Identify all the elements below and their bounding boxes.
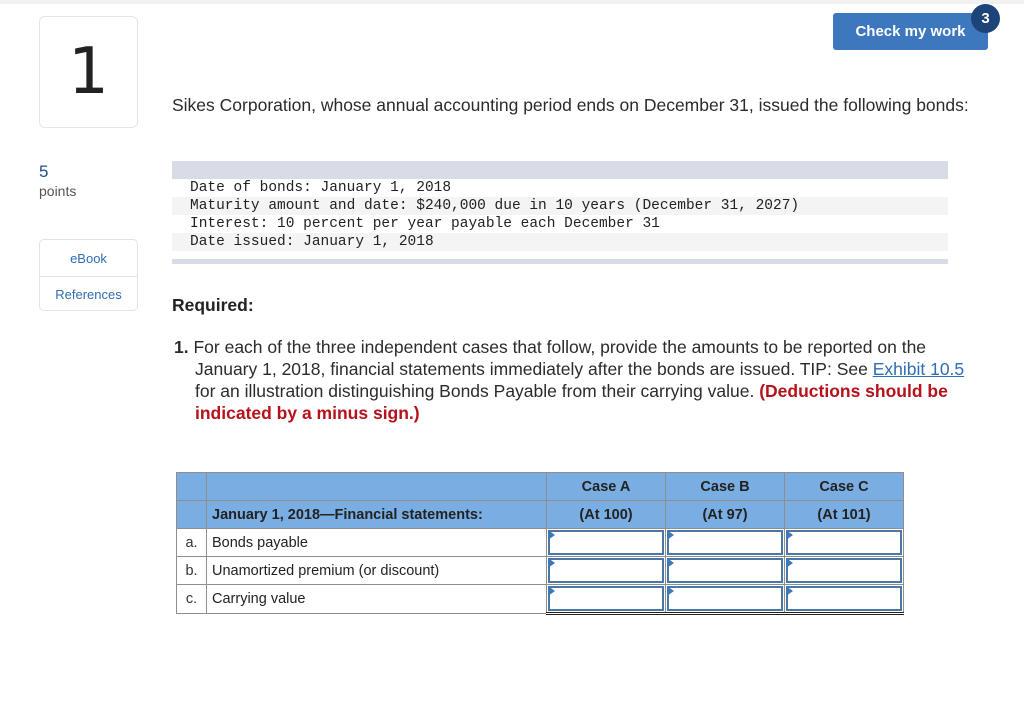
points-info: 5 points <box>39 162 76 200</box>
cell-case-a <box>546 556 666 585</box>
column-subheader-case-b: (At 97) <box>665 500 785 529</box>
question-intro: Sikes Corporation, whose annual accounti… <box>172 95 969 115</box>
column-header-case-c: Case C <box>784 472 904 501</box>
bond-data-line: Date of bonds: January 1, 2018 <box>190 180 452 196</box>
cell-flag-icon <box>786 530 793 540</box>
cell-case-c <box>784 584 904 615</box>
column-header-case-a: Case A <box>546 472 666 501</box>
cell-case-a <box>546 528 666 557</box>
cell-flag-icon <box>548 586 555 596</box>
column-subheader-case-a: (At 100) <box>546 500 666 529</box>
points-label: points <box>39 183 77 199</box>
bond-data-line: Interest: 10 percent per year payable ea… <box>190 216 660 232</box>
bond-data-line: Maturity amount and date: $240,000 due i… <box>172 197 948 215</box>
row-label: Unamortized premium (or discount) <box>206 556 547 585</box>
instruction-text: 1. For each of the three independent cas… <box>174 336 984 424</box>
carrying-value-case-c-input[interactable] <box>786 586 902 611</box>
check-my-work-button[interactable]: Check my work <box>833 13 988 50</box>
data-box-top-bar <box>172 161 948 179</box>
cell-case-a <box>546 584 666 615</box>
header-blank-letter <box>176 500 207 529</box>
row-letter: b. <box>176 556 207 585</box>
resources-panel: eBook References <box>39 239 138 311</box>
bonds-payable-case-b-input[interactable] <box>667 530 783 555</box>
points-value: 5 <box>39 162 49 181</box>
cell-flag-icon <box>786 558 793 568</box>
cell-flag-icon <box>667 530 674 540</box>
premium-case-b-input[interactable] <box>667 558 783 583</box>
bonds-payable-case-c-input[interactable] <box>786 530 902 555</box>
carrying-value-case-b-input[interactable] <box>667 586 783 611</box>
instruction-body-cont: for an illustration distinguishing Bonds… <box>195 381 760 401</box>
header-row-1: Case A Case B Case C <box>176 472 904 501</box>
table-row-bonds-payable: a. Bonds payable <box>176 528 904 557</box>
ebook-link[interactable]: eBook <box>40 240 137 276</box>
cell-case-b <box>665 528 785 557</box>
row-letter: a. <box>176 528 207 557</box>
bond-data-box: Date of bonds: January 1, 2018 Maturity … <box>172 161 948 264</box>
attempts-badge: 3 <box>971 4 1000 33</box>
column-header-case-b: Case B <box>665 472 785 501</box>
cell-case-b <box>665 556 785 585</box>
required-heading: Required: <box>172 295 254 315</box>
header-blank-letter <box>176 472 207 501</box>
bonds-payable-case-a-input[interactable] <box>548 530 664 555</box>
worksheet-header-label: January 1, 2018—Financial statements: <box>206 500 547 529</box>
row-letter: c. <box>176 584 207 614</box>
bond-data-line: Date issued: January 1, 2018 <box>172 233 948 251</box>
cell-flag-icon <box>548 558 555 568</box>
cell-case-c <box>784 556 904 585</box>
premium-case-a-input[interactable] <box>548 558 664 583</box>
cell-flag-icon <box>667 586 674 596</box>
column-subheader-case-c: (At 101) <box>784 500 904 529</box>
header-blank-label <box>206 472 547 501</box>
carrying-value-case-a-input[interactable] <box>548 586 664 611</box>
instruction-body: For each of the three independent cases … <box>188 337 927 379</box>
header-row-2: January 1, 2018—Financial statements: (A… <box>176 500 904 529</box>
data-box-bottom-bar <box>172 259 948 264</box>
references-link[interactable]: References <box>40 276 137 310</box>
exhibit-link[interactable]: Exhibit 10.5 <box>873 359 964 379</box>
cell-flag-icon <box>548 530 555 540</box>
cell-case-c <box>784 528 904 557</box>
cell-case-b <box>665 584 785 615</box>
table-row-unamortized-premium: b. Unamortized premium (or discount) <box>176 556 904 585</box>
question-number: 1 <box>39 16 138 128</box>
instruction-number: 1. <box>174 337 189 357</box>
worksheet-table: Case A Case B Case C January 1, 2018—Fin… <box>176 472 904 615</box>
top-divider <box>0 0 1024 4</box>
cell-flag-icon <box>667 558 674 568</box>
cell-flag-icon <box>786 586 793 596</box>
row-label: Bonds payable <box>206 528 547 557</box>
row-label: Carrying value <box>206 584 547 614</box>
premium-case-c-input[interactable] <box>786 558 902 583</box>
table-row-carrying-value: c. Carrying value <box>176 584 904 615</box>
